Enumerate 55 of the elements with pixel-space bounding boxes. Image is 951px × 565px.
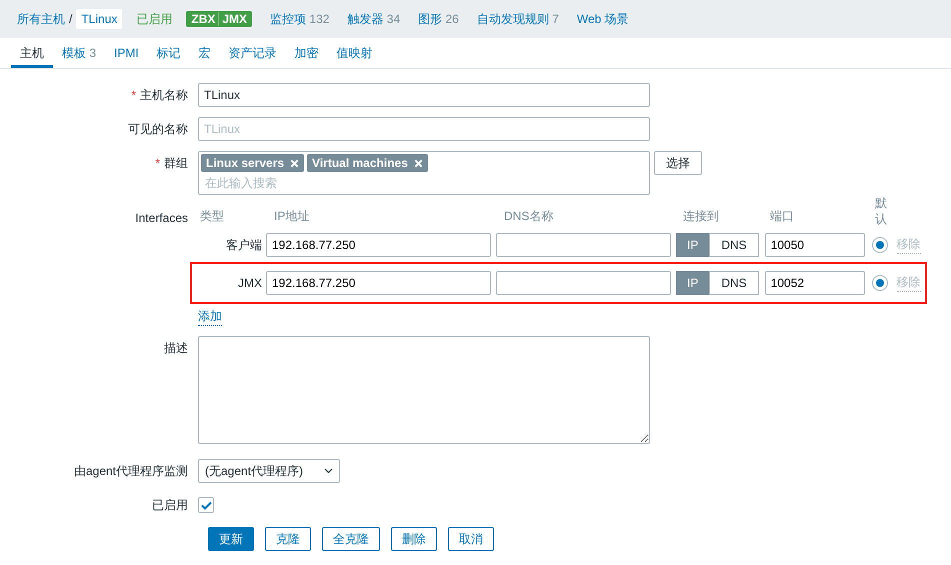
column-header: 端口 [770, 208, 795, 225]
field-label: 主机名称 [140, 87, 188, 104]
nav-link[interactable]: 触发器 34 [347, 10, 400, 28]
tab[interactable]: 资产记录 [220, 38, 286, 68]
form-button[interactable]: 取消 [448, 527, 494, 551]
form-button[interactable]: 更新 [208, 527, 254, 551]
nav-link[interactable]: 自动发现规则 7 [476, 10, 559, 28]
tab[interactable]: 标记 [148, 38, 190, 68]
nav-link[interactable]: 监控项 132 [270, 10, 330, 28]
nav-link[interactable]: 图形 26 [418, 10, 459, 28]
column-header: 类型 [199, 208, 225, 225]
interface-type: 客户端 [225, 236, 263, 254]
tab[interactable]: IPMI [105, 38, 148, 68]
visible-name-field[interactable]: TLinux [198, 117, 650, 141]
groups-field[interactable]: Linux servers Virtual machines 在此输入搜索 [198, 151, 650, 195]
chevron-down-icon[interactable] [324, 468, 333, 474]
field-label: 已启用 [152, 497, 188, 514]
proxy-select[interactable]: (无agent代理程序) [198, 459, 340, 483]
add-link[interactable]: 添加 [198, 308, 222, 326]
remove-icon[interactable] [414, 158, 423, 168]
required-mark: * [131, 87, 136, 104]
field-label: 可见的名称 [128, 121, 188, 138]
interface-type: JMX [237, 276, 263, 290]
field-label: 描述 [164, 340, 188, 357]
column-header: DNS名称 [503, 208, 554, 225]
form-button[interactable]: 克隆 [265, 527, 311, 551]
check-icon [200, 500, 212, 510]
enabled-checkbox[interactable] [198, 497, 214, 513]
breadcrumb-separator: / [69, 12, 72, 26]
remove-icon[interactable] [290, 158, 300, 168]
breadcrumb-link[interactable]: TLinux [76, 9, 122, 29]
host-name-field[interactable]: TLinux [198, 83, 650, 107]
breadcrumb-link[interactable]: 所有主机 [17, 8, 65, 30]
column-header: IP地址 [273, 208, 310, 225]
tab[interactable]: 加密 [286, 38, 328, 68]
form-button[interactable]: 删除 [391, 527, 437, 551]
group-tag: Linux servers [201, 154, 304, 172]
status-text: 已启用 [136, 10, 172, 28]
description-field[interactable] [198, 336, 650, 444]
tab[interactable]: 模板 3 [53, 38, 106, 68]
search-placeholder: 在此输入搜索 [204, 175, 278, 192]
tab[interactable]: 值映射 [328, 38, 382, 68]
required-mark: * [155, 155, 160, 172]
field-label: 群组 [164, 155, 188, 172]
column-header: 默认 [875, 196, 887, 228]
column-header: 连接到 [682, 208, 720, 225]
field-label: 由agent代理程序监测 [74, 463, 188, 480]
field-label: Interfaces [135, 210, 188, 226]
nav-link[interactable]: Web 场景 [576, 10, 629, 28]
tab[interactable]: 主机 [11, 38, 53, 68]
group-tag: Virtual machines [307, 154, 428, 172]
form-button[interactable]: 全克隆 [322, 527, 380, 551]
availability-badge: ZBX JMX [186, 11, 252, 27]
tab[interactable]: 宏 [190, 38, 220, 68]
select-button[interactable]: 选择 [654, 151, 702, 175]
